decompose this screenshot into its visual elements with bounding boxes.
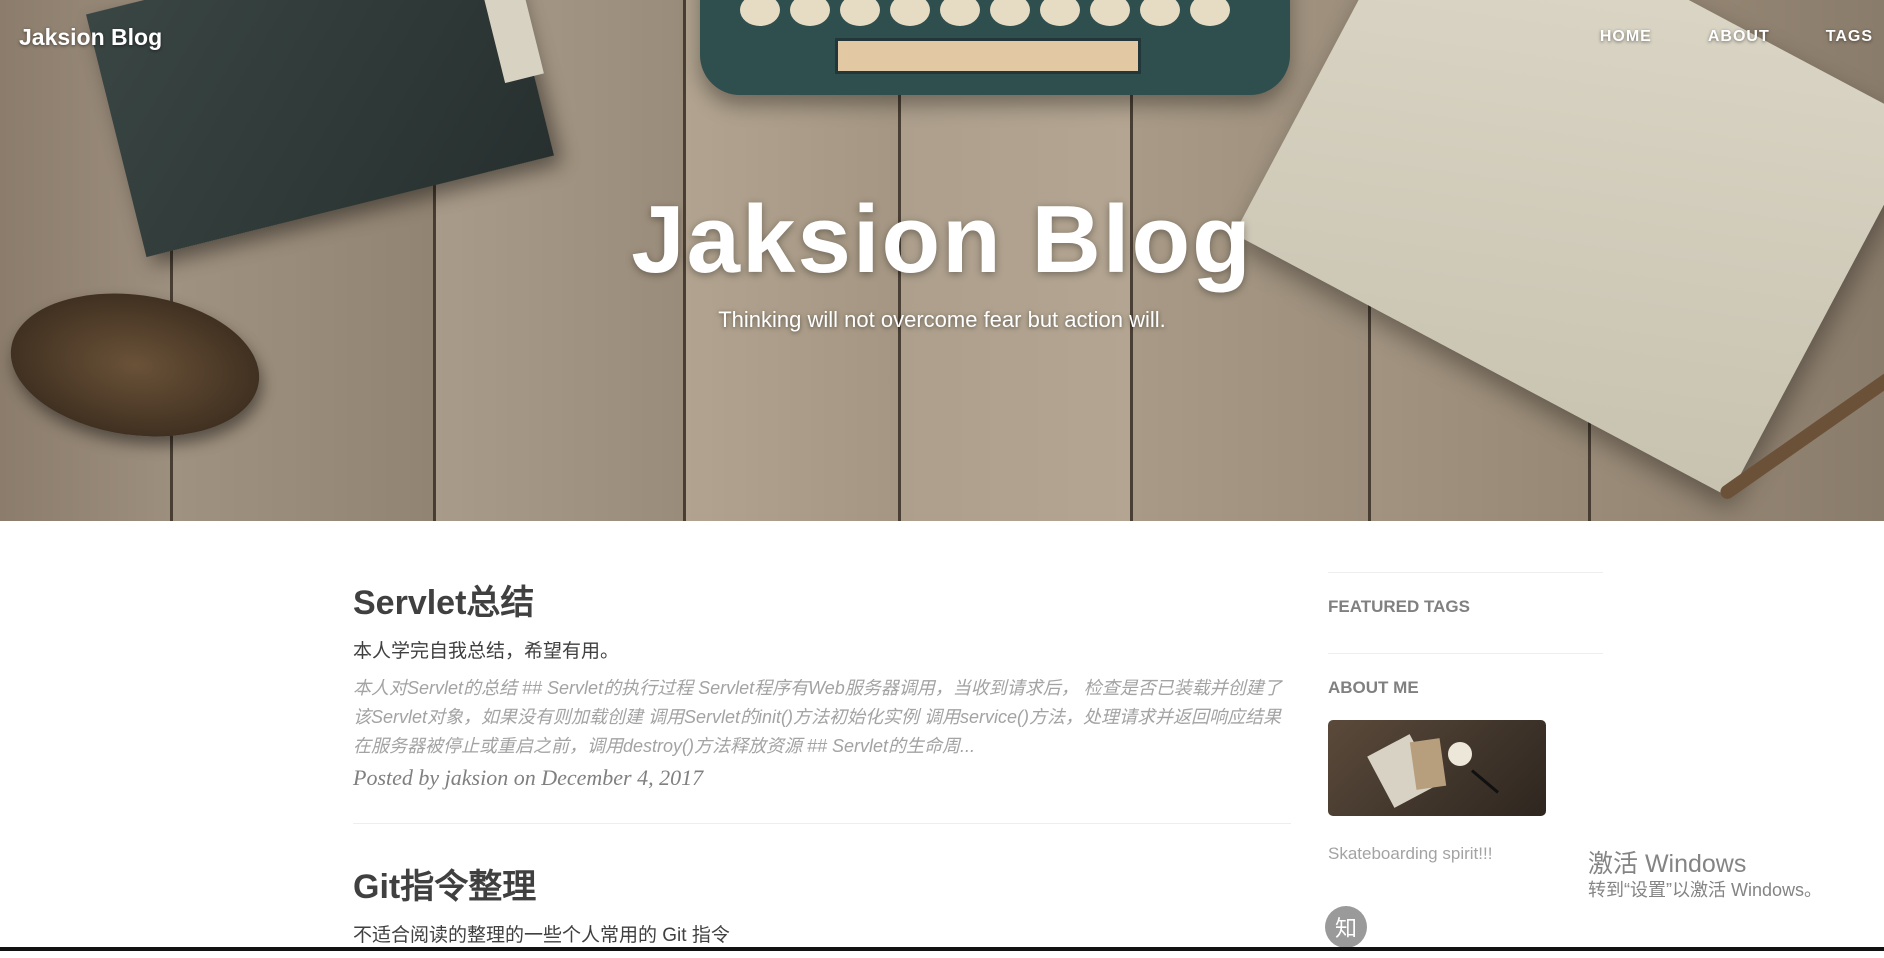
typewriter-key [890, 0, 930, 26]
typewriter-key [790, 0, 830, 26]
post-divider [353, 823, 1291, 824]
typewriter-key [940, 0, 980, 26]
post-preview[interactable]: Servlet总结 本人学完自我总结，希望有用。 本人对Servlet的总结 #… [353, 575, 1291, 791]
zhihu-icon[interactable]: 知 [1325, 906, 1367, 948]
cup-shape [1448, 742, 1472, 766]
sidebar: FEATURED TAGS ABOUT ME Skateboarding spi… [1328, 572, 1603, 864]
windows-activation-subtitle: 转到“设置”以激活 Windows。 [1588, 880, 1823, 900]
pen-shape [1471, 769, 1499, 794]
post-subtitle[interactable]: 不适合阅读的整理的一些个人常用的 Git 指令 [353, 920, 1291, 947]
post-excerpt[interactable]: 本人对Servlet的总结 ## Servlet的执行过程 Servlet程序有… [353, 674, 1291, 761]
post-meta: Posted by jaksion on December 4, 2017 [353, 765, 704, 790]
site-subtitle: Thinking will not overcome fear but acti… [718, 307, 1166, 332]
nav-link-home[interactable]: HOME [1600, 28, 1652, 46]
typewriter-key [840, 0, 880, 26]
envelope-shape [1409, 738, 1447, 790]
about-me-heading: ABOUT ME [1328, 678, 1419, 697]
site-title: Jaksion Blog [631, 186, 1253, 293]
brand-link[interactable]: Jaksion Blog [19, 24, 162, 51]
typewriter-paper-bar [835, 38, 1141, 74]
nav-link-about[interactable]: ABOUT [1708, 28, 1770, 46]
typewriter-key [740, 0, 780, 26]
main-nav: HOME ABOUT TAGS [1600, 28, 1873, 46]
about-me-text: Skateboarding spirit!!! [1328, 844, 1493, 863]
post-preview[interactable]: Git指令整理 不适合阅读的整理的一些个人常用的 Git 指令 [353, 859, 1291, 947]
typewriter-key [1090, 0, 1130, 26]
typewriter-key [1140, 0, 1180, 26]
typewriter-key [990, 0, 1030, 26]
typewriter-key [1040, 0, 1080, 26]
post-title[interactable]: Servlet总结 [353, 575, 1291, 624]
bottom-edge [0, 947, 1884, 951]
post-title[interactable]: Git指令整理 [353, 859, 1291, 908]
featured-tags-heading: FEATURED TAGS [1328, 597, 1470, 616]
post-list: Servlet总结 本人学完自我总结，希望有用。 本人对Servlet的总结 #… [353, 575, 1291, 958]
about-me-image [1328, 720, 1546, 816]
nav-link-tags[interactable]: TAGS [1826, 28, 1873, 46]
windows-activation-title: 激活 Windows [1588, 850, 1747, 878]
typewriter-key [1190, 0, 1230, 26]
hero-header: Jaksion Blog HOME ABOUT TAGS Jaksion Blo… [0, 0, 1884, 521]
post-subtitle[interactable]: 本人学完自我总结，希望有用。 [353, 636, 1291, 663]
